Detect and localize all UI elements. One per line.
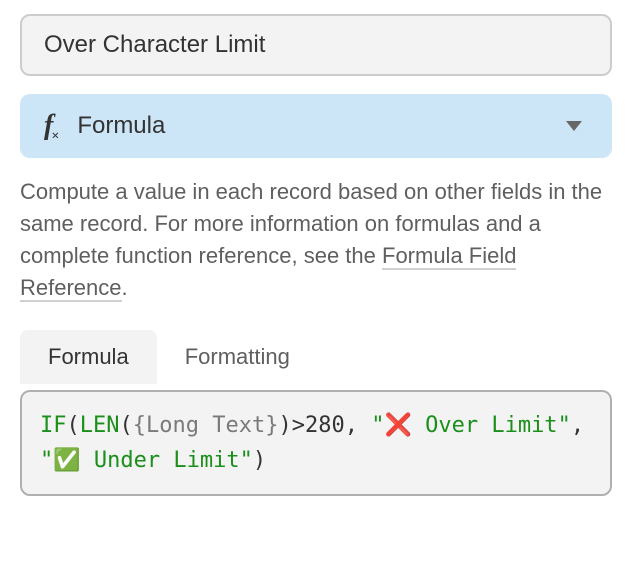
formula-icon: f×	[44, 110, 61, 142]
config-tabs: Formula Formatting	[20, 330, 612, 384]
tab-formatting[interactable]: Formatting	[157, 330, 318, 384]
tab-formula[interactable]: Formula	[20, 330, 157, 384]
field-type-description: Compute a value in each record based on …	[20, 176, 612, 304]
field-name-input[interactable]	[20, 14, 612, 76]
field-type-label: Formula	[77, 112, 165, 140]
formula-editor[interactable]: IF(LEN({Long Text})>280, "❌ Over Limit",…	[20, 390, 612, 496]
field-type-selector[interactable]: f× Formula	[20, 94, 612, 158]
chevron-down-icon	[566, 121, 582, 131]
